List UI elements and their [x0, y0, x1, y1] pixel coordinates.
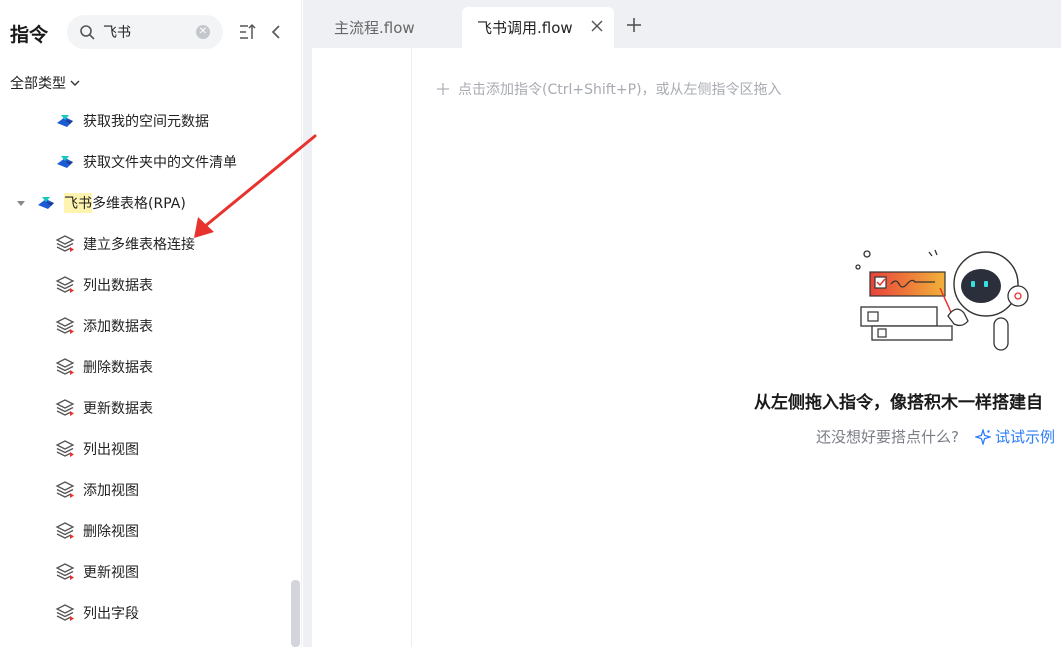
tree-item-label: 列出数据表 [83, 277, 153, 294]
type-filter-label: 全部类型 [10, 76, 66, 92]
tab-feishu-flow[interactable]: 飞书调用.flow [462, 7, 614, 48]
tree-item-label: 添加视图 [83, 482, 139, 499]
tree-item[interactable]: 建立多维表格连接 [0, 223, 300, 264]
clear-search-icon[interactable]: ✕ [196, 25, 210, 39]
try-example-label: 试试示例 [994, 428, 1055, 446]
tree-item-label: 列出视图 [83, 441, 139, 458]
feishu-logo-icon [38, 196, 54, 209]
tree-item[interactable]: 列出字段 [0, 592, 300, 633]
layers-icon [55, 439, 75, 457]
tree-item-label: 建立多维表格连接 [83, 236, 195, 253]
feishu-logo-icon [57, 155, 73, 168]
sort-icon[interactable] [239, 23, 257, 41]
tree-item[interactable]: 更新数据表 [0, 387, 300, 428]
collapse-sidebar-icon[interactable] [270, 23, 282, 41]
sparkle-icon [974, 428, 991, 445]
tree-group-feishu-bitable[interactable]: 飞书 多维表格(RPA) [0, 182, 300, 223]
empty-state-title: 从左侧拖入指令，像搭积木一样搭建自 [754, 393, 1043, 413]
tree-item[interactable]: 获取文件夹中的文件清单 [0, 141, 300, 182]
tree-group-label: 多维表格(RPA) [92, 195, 186, 212]
command-sidebar: 指令 ✕ 全部类型 获取我的空间元数据 获取文件夹中的文件清单 飞书多维表格(R… [0, 0, 302, 647]
tab-label: 主流程.flow [334, 19, 415, 37]
layers-icon [55, 357, 75, 375]
line-number-divider [411, 48, 412, 647]
tree-item-label: 列出字段 [83, 605, 139, 622]
sidebar-title: 指令 [10, 24, 49, 46]
layers-icon [55, 234, 75, 252]
search-box[interactable]: ✕ [67, 15, 223, 49]
tree-item-label: 更新视图 [83, 564, 139, 581]
tree-item[interactable]: 列出视图 [0, 428, 300, 469]
layers-icon [55, 480, 75, 498]
tab-bar: 主流程.flow 飞书调用.flow [303, 0, 1061, 48]
tree-item[interactable]: 添加数据表 [0, 305, 300, 346]
tree-item-label: 删除数据表 [83, 359, 153, 376]
empty-state-subtitle: 还没想好要搭点什么? 试试示例 [816, 426, 1055, 447]
flow-editor[interactable]: 点击添加指令(Ctrl+Shift+P)，或从左侧指令区拖入 从左侧拖入指令，像… [312, 48, 1061, 647]
tree-item[interactable]: 更新视图 [0, 551, 300, 592]
try-example-link[interactable]: 试试示例 [974, 426, 1055, 447]
type-filter-dropdown[interactable]: 全部类型 [10, 73, 80, 93]
layers-icon [55, 562, 75, 580]
feishu-logo-icon [57, 114, 73, 127]
caret-down-icon[interactable] [14, 196, 28, 210]
empty-state-hint: 还没想好要搭点什么? [816, 428, 959, 446]
tree-item[interactable]: 列出数据表 [0, 264, 300, 305]
tree-item-label: 添加数据表 [83, 318, 153, 335]
editor-gutter [303, 48, 312, 647]
layers-icon [55, 275, 75, 293]
tab-label: 飞书调用.flow [477, 19, 573, 37]
layers-icon [55, 398, 75, 416]
add-tab-icon[interactable] [625, 16, 643, 34]
tab-main-flow[interactable]: 主流程.flow [303, 7, 461, 48]
search-icon [80, 25, 95, 40]
plus-icon [437, 83, 449, 95]
sidebar-scrollbar[interactable] [291, 580, 300, 647]
chevron-down-icon [70, 80, 80, 86]
layers-icon [55, 603, 75, 621]
tree-item-label: 获取文件夹中的文件清单 [83, 154, 237, 171]
command-tree: 获取我的空间元数据 获取文件夹中的文件清单 飞书 多维表格(RPA) 建立多维表格… [0, 100, 300, 633]
sidebar-header: 指令 ✕ [0, 0, 301, 64]
empty-state-robot-illustration [855, 249, 1029, 351]
add-command-hint[interactable]: 点击添加指令(Ctrl+Shift+P)，或从左侧指令区拖入 [436, 79, 782, 99]
tree-item[interactable]: 获取我的空间元数据 [0, 100, 300, 141]
close-icon[interactable] [590, 19, 604, 33]
tree-item[interactable]: 添加视图 [0, 469, 300, 510]
layers-icon [55, 316, 75, 334]
search-input[interactable] [103, 22, 189, 42]
tree-item-label: 删除视图 [83, 523, 139, 540]
tree-item-label: 更新数据表 [83, 400, 153, 417]
tree-item[interactable]: 删除数据表 [0, 346, 300, 387]
tree-item[interactable]: 删除视图 [0, 510, 300, 551]
add-hint-text: 点击添加指令(Ctrl+Shift+P)，或从左侧指令区拖入 [458, 82, 782, 98]
tree-item-label: 获取我的空间元数据 [83, 113, 209, 130]
layers-icon [55, 521, 75, 539]
tree-group-label-highlight: 飞书 [64, 192, 92, 213]
